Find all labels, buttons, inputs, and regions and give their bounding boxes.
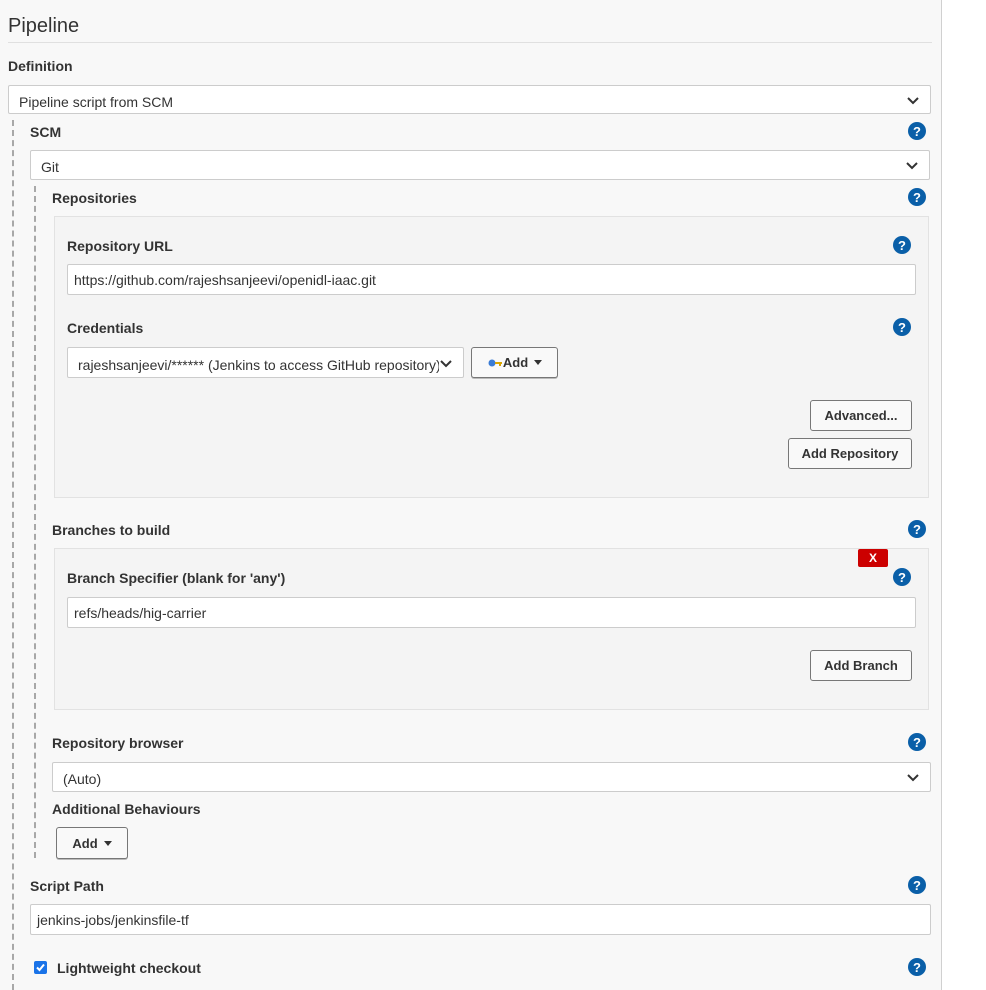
repository-browser-value: (Auto) [63, 771, 102, 787]
credentials-help-icon[interactable]: ? [893, 318, 911, 336]
lightweight-checkout-help-icon[interactable]: ? [908, 958, 926, 976]
definition-select[interactable]: Pipeline script from SCM [8, 85, 931, 114]
repositories-help-icon[interactable]: ? [908, 188, 926, 206]
section-divider [8, 42, 932, 43]
delete-branch-button[interactable]: X [858, 549, 888, 567]
credentials-select[interactable]: rajeshsanjeevi/****** (Jenkins to access… [67, 347, 464, 378]
chevron-down-icon [907, 96, 919, 104]
branch-specifier-input[interactable]: refs/heads/hig-carrier [67, 597, 916, 628]
definition-label: Definition [8, 58, 73, 74]
branches-label: Branches to build [52, 522, 171, 538]
credentials-label: Credentials [67, 320, 144, 336]
add-behaviour-label: Add [72, 835, 98, 851]
add-credentials-label: Add [502, 355, 529, 370]
chevron-down-icon [906, 162, 918, 170]
key-icon [488, 359, 502, 366]
git-nesting-line [34, 186, 36, 858]
credentials-select-value: rajeshsanjeevi/****** (Jenkins to access… [78, 356, 439, 373]
repository-browser-label: Repository browser [52, 735, 184, 751]
caret-down-icon [103, 840, 112, 846]
scm-select[interactable]: Git [30, 150, 930, 180]
repository-url-value: https://github.com/rajeshsanjeevi/openid… [74, 271, 376, 288]
script-path-help-icon[interactable]: ? [908, 876, 926, 894]
chevron-down-icon [440, 359, 452, 367]
branch-specifier-help-icon[interactable]: ? [893, 568, 911, 586]
scm-help-icon[interactable]: ? [908, 122, 926, 140]
branch-specifier-label: Branch Specifier (blank for 'any') [67, 570, 286, 586]
script-path-input[interactable]: jenkins-jobs/jenkinsfile-tf [30, 904, 931, 935]
add-credentials-button[interactable]: Add [471, 347, 558, 378]
add-repository-button[interactable]: Add Repository [788, 438, 912, 469]
additional-behaviours-label: Additional Behaviours [52, 801, 201, 817]
scm-nesting-line [12, 120, 14, 990]
lightweight-checkout-label: Lightweight checkout [57, 960, 201, 976]
scm-label: SCM [30, 124, 62, 140]
caret-down-icon [534, 360, 543, 365]
lightweight-checkout-checkbox[interactable] [34, 961, 47, 974]
repository-url-label: Repository URL [67, 238, 173, 254]
repository-url-help-icon[interactable]: ? [893, 236, 911, 254]
advanced-button[interactable]: Advanced... [810, 400, 912, 431]
add-branch-button[interactable]: Add Branch [810, 650, 912, 681]
branch-specifier-value: refs/heads/hig-carrier [74, 604, 207, 621]
repository-url-input[interactable]: https://github.com/rajeshsanjeevi/openid… [67, 264, 916, 295]
script-path-value: jenkins-jobs/jenkinsfile-tf [37, 911, 189, 928]
branches-help-icon[interactable]: ? [908, 520, 926, 538]
repository-browser-select[interactable]: (Auto) [52, 762, 931, 792]
repositories-label: Repositories [52, 190, 137, 206]
script-path-label: Script Path [30, 878, 104, 894]
check-icon [36, 963, 45, 972]
repository-browser-help-icon[interactable]: ? [908, 733, 926, 751]
section-title: Pipeline [8, 15, 80, 37]
scm-select-value: Git [41, 159, 59, 175]
chevron-down-icon [907, 774, 919, 782]
definition-select-value: Pipeline script from SCM [19, 93, 174, 110]
add-behaviour-button[interactable]: Add [56, 827, 128, 859]
pipeline-config-panel: Pipeline Definition Pipeline script from… [0, 0, 942, 990]
